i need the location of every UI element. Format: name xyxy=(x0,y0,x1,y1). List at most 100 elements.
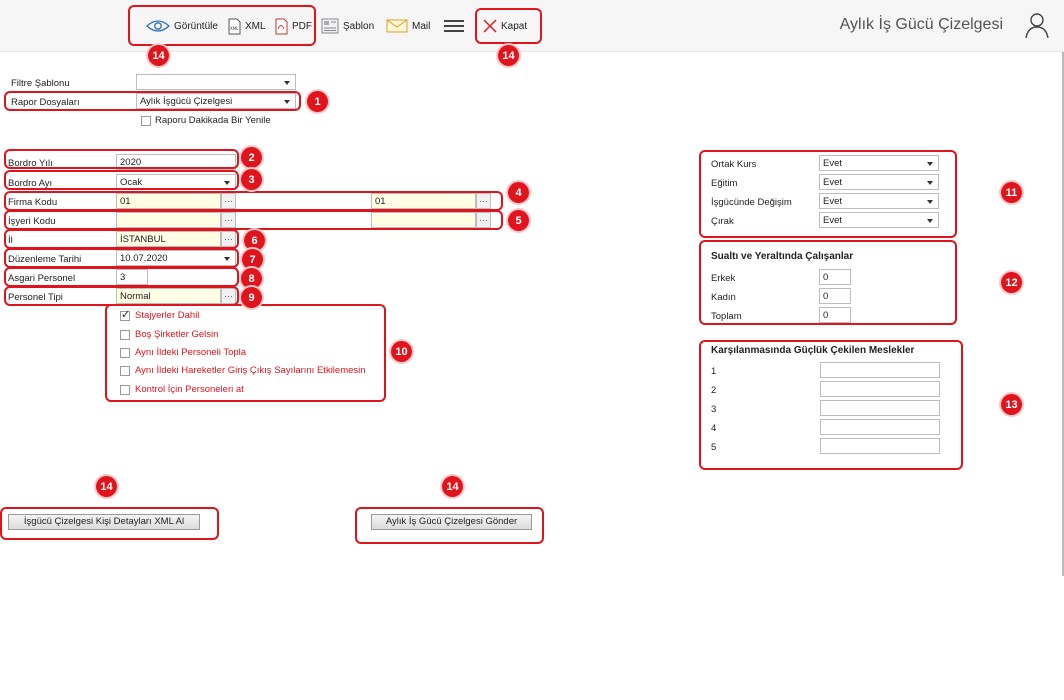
workplace-code-label: İşyeri Kodu xyxy=(8,216,56,227)
flag-workforce-change-label: İşgücünde Değişim xyxy=(711,197,792,208)
view-label: Görüntüle xyxy=(174,20,218,32)
issue-date-label: Düzenleme Tarihi xyxy=(8,254,82,265)
issue-date-picker[interactable]: 10.07.2020 xyxy=(116,250,236,266)
profession-1-label: 1 xyxy=(711,366,717,377)
close-button[interactable]: Kapat xyxy=(483,14,527,38)
option-city-movements-checkbox[interactable] xyxy=(120,366,130,376)
total-input[interactable]: 0 xyxy=(819,307,851,323)
badge-14-close: 14 xyxy=(498,45,519,66)
badge-14-export: 14 xyxy=(148,45,169,66)
option-interns-checkbox[interactable] xyxy=(120,308,130,321)
payroll-year-label: Bordro Yılı xyxy=(8,158,53,169)
profession-2-label: 2 xyxy=(711,385,717,396)
hamburger-menu-icon xyxy=(444,20,464,32)
workplace-code-from-input[interactable] xyxy=(116,212,221,228)
template-button[interactable]: Şablon xyxy=(321,14,374,38)
company-code-from-input[interactable]: 01 xyxy=(116,193,221,209)
payroll-year-input[interactable]: 2020 xyxy=(116,154,236,170)
min-staff-input[interactable]: 3 xyxy=(116,269,148,285)
flag-common-course-select[interactable]: Evet xyxy=(819,155,939,171)
city-label: İl xyxy=(8,235,13,246)
xml-label: XML xyxy=(245,20,266,32)
flag-apprentice-select[interactable]: Evet xyxy=(819,212,939,228)
company-code-to-lookup[interactable]: … xyxy=(476,193,491,209)
badge-11: 11 xyxy=(1001,182,1022,203)
pdf-file-icon xyxy=(275,18,288,34)
option-interns-label: Stajyerler Dahil xyxy=(135,310,200,321)
badge-14-xml-details: 14 xyxy=(96,476,117,497)
male-label: Erkek xyxy=(711,273,736,284)
female-input[interactable]: 0 xyxy=(819,288,851,304)
eye-icon xyxy=(146,20,170,32)
payroll-month-label: Bordro Ayı xyxy=(8,178,53,189)
profession-5-label: 5 xyxy=(711,442,717,453)
option-empty-companies-checkbox[interactable] xyxy=(120,330,130,340)
option-empty-companies-label: Boş Şirketler Gelsin xyxy=(135,329,219,340)
badge-12: 12 xyxy=(1001,272,1022,293)
filter-template-select[interactable] xyxy=(136,74,296,90)
template-label: Şablon xyxy=(343,20,375,32)
option-sum-city-checkbox[interactable] xyxy=(120,348,130,358)
workplace-code-from-lookup[interactable]: … xyxy=(221,212,236,228)
profession-1-input[interactable] xyxy=(820,362,940,378)
min-staff-label: Asgari Personel xyxy=(8,273,76,284)
view-button[interactable]: Görüntüle xyxy=(146,14,218,38)
company-code-to-input[interactable]: 01 xyxy=(371,193,476,209)
flag-common-course-label: Ortak Kurs xyxy=(711,159,757,170)
template-icon xyxy=(321,18,339,34)
send-report-button[interactable]: Aylık İş Gücü Çizelgesi Gönder xyxy=(371,514,532,530)
badge-3: 3 xyxy=(241,169,262,190)
workplace-code-to-input[interactable] xyxy=(371,212,476,228)
xml-file-icon: XML xyxy=(228,18,241,34)
profession-4-input[interactable] xyxy=(820,419,940,435)
xml-button[interactable]: XML XML xyxy=(228,14,266,38)
total-label: Toplam xyxy=(711,311,742,322)
auto-refresh-label: Raporu Dakikada Bir Yenile xyxy=(155,115,271,126)
badge-7: 7 xyxy=(242,249,263,270)
pdf-label: PDF xyxy=(292,20,312,32)
workplace-code-to-lookup[interactable]: … xyxy=(476,212,491,228)
option-control-staff-label: Kontrol İçin Personeleri at xyxy=(135,384,244,395)
pdf-button[interactable]: PDF xyxy=(275,14,312,38)
city-input[interactable]: İSTANBUL xyxy=(116,231,221,247)
auto-refresh-checkbox[interactable] xyxy=(141,116,151,126)
underwater-group-title: Sualtı ve Yeraltında Çalışanlar xyxy=(711,251,854,262)
professions-group-title: Karşılanmasında Güçlük Çekilen Meslekler xyxy=(711,345,915,356)
mail-button[interactable]: Mail xyxy=(386,14,430,38)
staff-type-label: Personel Tipi xyxy=(8,292,63,303)
city-lookup[interactable]: … xyxy=(221,231,236,247)
user-icon[interactable] xyxy=(1022,10,1052,43)
report-files-select[interactable]: Aylık İşgücü Çizelgesi xyxy=(136,93,296,109)
badge-10: 10 xyxy=(391,341,412,362)
profession-5-input[interactable] xyxy=(820,438,940,454)
badge-2: 2 xyxy=(241,147,262,168)
badge-13: 13 xyxy=(1001,394,1022,415)
badge-4: 4 xyxy=(508,182,529,203)
svg-text:XML: XML xyxy=(230,26,239,31)
flag-apprentice-label: Çırak xyxy=(711,216,734,227)
male-input[interactable]: 0 xyxy=(819,269,851,285)
profession-4-label: 4 xyxy=(711,423,717,434)
mail-icon xyxy=(386,19,408,33)
xml-details-button[interactable]: İşgücü Çizelgesi Kişi Detayları XML Al xyxy=(8,514,200,530)
close-icon xyxy=(483,19,497,33)
option-control-staff-checkbox[interactable] xyxy=(120,385,130,395)
close-label: Kapat xyxy=(501,20,528,32)
company-code-label: Firma Kodu xyxy=(8,197,58,208)
app-title: Aylık İş Gücü Çizelgesi xyxy=(839,16,1003,33)
menu-button[interactable] xyxy=(443,14,465,38)
profession-3-label: 3 xyxy=(711,404,717,415)
badge-1: 1 xyxy=(307,91,328,112)
badge-8: 8 xyxy=(241,268,262,289)
flag-workforce-change-select[interactable]: Evet xyxy=(819,193,939,209)
flag-education-select[interactable]: Evet xyxy=(819,174,939,190)
female-label: Kadın xyxy=(711,292,736,303)
staff-type-lookup[interactable]: … xyxy=(221,288,236,304)
profession-3-input[interactable] xyxy=(820,400,940,416)
staff-type-input[interactable]: Normal xyxy=(116,288,221,304)
company-code-from-lookup[interactable]: … xyxy=(221,193,236,209)
flag-education-label: Eğitim xyxy=(711,178,738,189)
profession-2-input[interactable] xyxy=(820,381,940,397)
badge-9: 9 xyxy=(241,287,262,308)
payroll-month-select[interactable]: Ocak xyxy=(116,174,236,190)
